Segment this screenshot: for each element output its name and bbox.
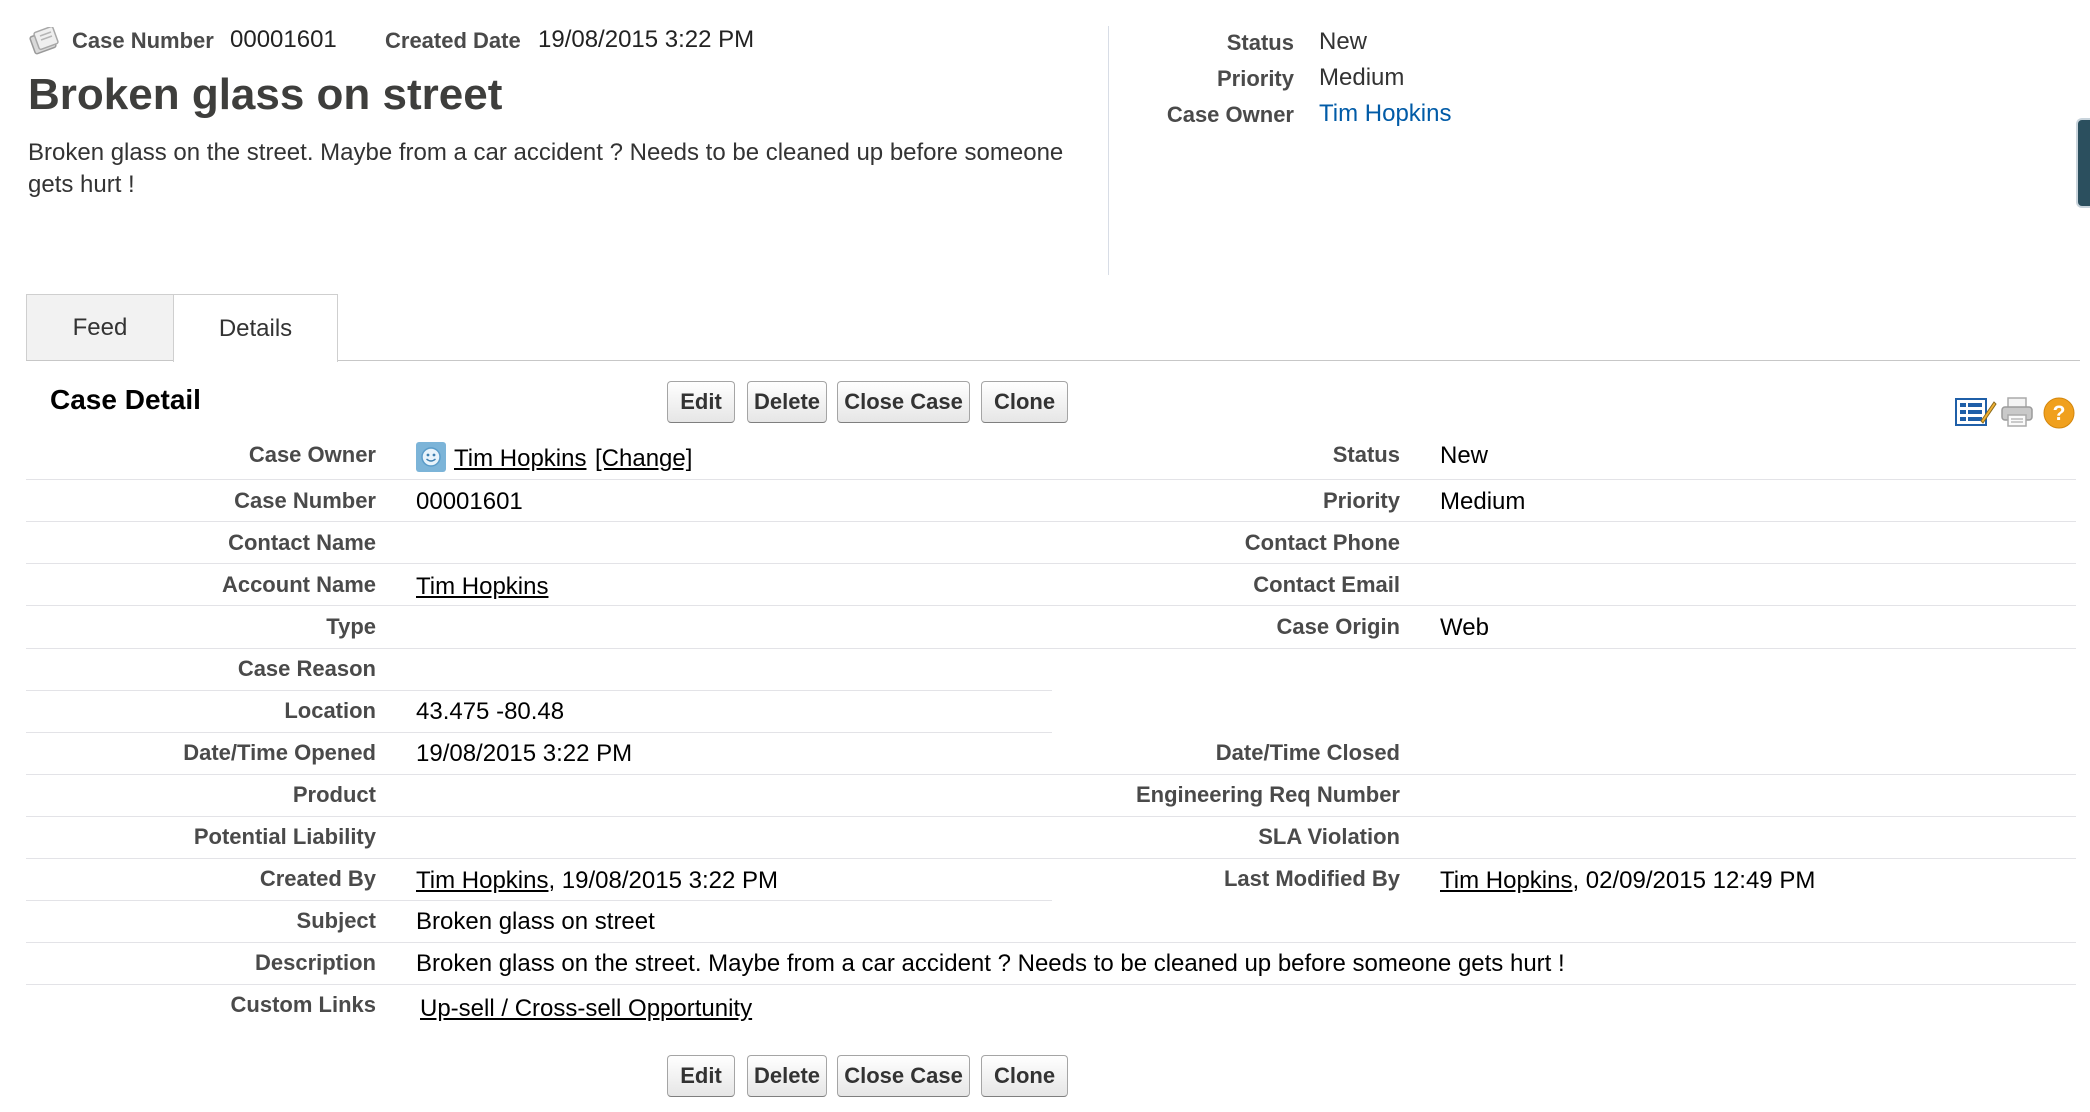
tab-feed[interactable]: Feed bbox=[26, 294, 174, 360]
contact-email-label: Contact Email bbox=[1253, 572, 1400, 597]
customize-page-icon[interactable] bbox=[1955, 396, 1997, 433]
row-divider bbox=[26, 900, 1052, 901]
edit-button-bottom[interactable]: Edit bbox=[667, 1055, 735, 1097]
created-date-value: 19/08/2015 3:22 PM bbox=[538, 26, 755, 53]
row-divider bbox=[26, 942, 2076, 943]
delete-button-bottom[interactable]: Delete bbox=[747, 1055, 827, 1097]
custom-links-label: Custom Links bbox=[230, 992, 376, 1017]
status-label: Status bbox=[1332, 442, 1400, 467]
account-name-link[interactable]: Tim Hopkins bbox=[416, 573, 548, 601]
subject-value: Broken glass on street bbox=[416, 908, 655, 935]
header-status-value: New bbox=[1319, 28, 1368, 55]
page-title: Broken glass on street bbox=[28, 70, 503, 119]
created-by-label: Created By bbox=[259, 866, 376, 891]
type-label: Type bbox=[326, 614, 376, 639]
contact-phone-label: Contact Phone bbox=[1244, 530, 1400, 555]
engineering-req-label: Engineering Req Number bbox=[1135, 782, 1400, 807]
case-reason-label: Case Reason bbox=[237, 656, 376, 681]
date-opened-value: 19/08/2015 3:22 PM bbox=[416, 740, 633, 767]
priority-label: Priority bbox=[1322, 488, 1400, 513]
section-title: Case Detail bbox=[50, 384, 201, 415]
created-date-label: Created Date bbox=[385, 28, 521, 53]
case-origin-value: Web bbox=[1440, 614, 1489, 641]
header-status-label: Status bbox=[1226, 30, 1294, 55]
description-label: Description bbox=[254, 950, 376, 975]
status-value: New bbox=[1440, 442, 1489, 469]
last-modified-by-label: Last Modified By bbox=[1223, 866, 1400, 891]
header-divider bbox=[1108, 26, 1109, 275]
help-icon[interactable]: ? bbox=[2043, 397, 2075, 434]
case-description: Broken glass on the street. Maybe from a… bbox=[28, 139, 1064, 198]
row-divider bbox=[26, 858, 2076, 859]
row-divider bbox=[26, 732, 1052, 733]
description-value: Broken glass on the street. Maybe from a… bbox=[416, 950, 1565, 977]
case-number-field-label: Case Number bbox=[234, 488, 376, 513]
header-priority-label: Priority bbox=[1216, 66, 1294, 91]
case-owner-link[interactable]: Tim Hopkins bbox=[454, 445, 586, 473]
row-divider bbox=[26, 648, 2076, 649]
location-label: Location bbox=[284, 698, 376, 723]
last-modified-by-date: , 02/09/2015 12:49 PM bbox=[1572, 867, 1816, 894]
clone-button[interactable]: Clone bbox=[981, 381, 1068, 423]
delete-button[interactable]: Delete bbox=[747, 381, 827, 423]
row-divider bbox=[26, 816, 2076, 817]
contact-name-label: Contact Name bbox=[228, 530, 376, 555]
user-avatar-icon bbox=[416, 442, 446, 472]
clone-button-bottom[interactable]: Clone bbox=[981, 1055, 1068, 1097]
created-by-value: Tim Hopkins, 19/08/2015 3:22 PM bbox=[416, 867, 778, 895]
subject-label: Subject bbox=[296, 908, 376, 933]
created-by-date: , 19/08/2015 3:22 PM bbox=[548, 867, 778, 894]
edit-button[interactable]: Edit bbox=[667, 381, 735, 423]
potential-liability-label: Potential Liability bbox=[193, 824, 376, 849]
header-owner-label: Case Owner bbox=[1166, 102, 1294, 127]
sla-violation-label: SLA Violation bbox=[1258, 824, 1400, 849]
case-icon bbox=[29, 25, 59, 55]
row-divider bbox=[26, 774, 2076, 775]
close-case-button[interactable]: Close Case bbox=[837, 381, 970, 423]
change-owner-link[interactable]: [Change] bbox=[595, 445, 692, 473]
case-number-field-value: 00001601 bbox=[416, 488, 523, 515]
date-opened-label: Date/Time Opened bbox=[183, 740, 376, 765]
row-divider bbox=[26, 690, 1052, 691]
upsell-crosssell-link[interactable]: Up-sell / Cross-sell Opportunity bbox=[420, 995, 752, 1023]
svg-text:?: ? bbox=[2053, 402, 2066, 425]
case-owner-label: Case Owner bbox=[248, 442, 376, 467]
priority-value: Medium bbox=[1440, 488, 1526, 515]
tab-details[interactable]: Details bbox=[173, 294, 338, 362]
printer-icon[interactable] bbox=[2000, 396, 2034, 433]
row-divider bbox=[26, 521, 2076, 522]
last-modified-by-value: Tim Hopkins, 02/09/2015 12:49 PM bbox=[1440, 867, 1815, 895]
header-priority-value: Medium bbox=[1319, 64, 1405, 91]
created-by-user-link[interactable]: Tim Hopkins bbox=[416, 867, 548, 894]
case-number-value: 00001601 bbox=[230, 26, 337, 53]
row-divider bbox=[26, 984, 2076, 985]
close-case-button-bottom[interactable]: Close Case bbox=[837, 1055, 970, 1097]
product-label: Product bbox=[292, 782, 376, 807]
location-value: 43.475 -80.48 bbox=[416, 698, 565, 725]
header-owner-link[interactable]: Tim Hopkins bbox=[1319, 100, 1451, 128]
row-divider bbox=[26, 479, 2076, 480]
account-name-label: Account Name bbox=[221, 572, 376, 597]
row-divider bbox=[26, 563, 2076, 564]
case-origin-label: Case Origin bbox=[1276, 614, 1400, 639]
date-closed-label: Date/Time Closed bbox=[1215, 740, 1400, 765]
side-panel-handle[interactable] bbox=[2076, 118, 2090, 208]
row-divider bbox=[26, 605, 2076, 606]
case-number-label: Case Number bbox=[72, 28, 214, 53]
last-modified-by-user-link[interactable]: Tim Hopkins bbox=[1440, 867, 1572, 894]
